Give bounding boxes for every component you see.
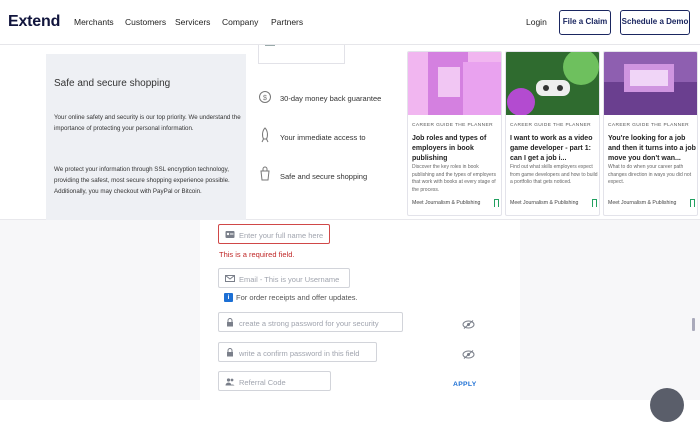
article-author: Meet Journalism & Publishing bbox=[510, 200, 579, 206]
article-title[interactable]: I want to work as a video game developer… bbox=[510, 134, 598, 164]
article-excerpt: Find out what skills employers expect fr… bbox=[510, 164, 598, 185]
article-card[interactable]: CAREER GUIDE THE PLANNER Job roles and t… bbox=[407, 51, 502, 216]
lock-icon bbox=[227, 348, 233, 357]
password-field[interactable]: create a strong password for your securi… bbox=[218, 312, 403, 332]
scrollbar-thumb[interactable] bbox=[692, 318, 695, 331]
article-title[interactable]: You're looking for a job and then it tur… bbox=[608, 134, 696, 164]
nav-merchants[interactable]: Merchants bbox=[74, 17, 114, 27]
stub-line bbox=[265, 45, 275, 46]
confirm-password-placeholder: write a confirm password in this field bbox=[239, 349, 360, 358]
safe-paragraph-1: Your online safety and security is our t… bbox=[54, 114, 241, 132]
menu-stub-box bbox=[258, 45, 345, 64]
chat-widget-button[interactable] bbox=[650, 388, 684, 422]
id-card-icon bbox=[225, 231, 235, 238]
eye-slash-icon[interactable] bbox=[462, 350, 475, 359]
top-navbar: Extend Merchants Customers Servicers Com… bbox=[0, 0, 700, 45]
secure-shopping-icon bbox=[260, 166, 270, 181]
lock-icon bbox=[227, 318, 233, 327]
safe-paragraph-2: We protect your information through SSL … bbox=[54, 166, 230, 195]
article-excerpt: What to do when your career path changes… bbox=[608, 164, 692, 185]
safe-shopping-panel: Safe and secure shopping Your online saf… bbox=[46, 54, 246, 220]
full-name-field[interactable]: Enter your full name here bbox=[218, 224, 330, 244]
bookmark-icon[interactable] bbox=[690, 199, 695, 207]
email-field[interactable]: Email - This is your Username bbox=[218, 268, 350, 288]
file-claim-button[interactable]: File a Claim bbox=[559, 10, 611, 35]
money-back-icon: $ bbox=[259, 91, 271, 103]
article-title[interactable]: Job roles and types of employers in book… bbox=[412, 134, 500, 164]
required-error: This is a required field. bbox=[219, 250, 295, 259]
article-card[interactable]: CAREER GUIDE THE PLANNER I want to work … bbox=[505, 51, 600, 216]
full-name-placeholder: Enter your full name here bbox=[239, 231, 324, 240]
referral-code-field[interactable]: Referral Code bbox=[218, 371, 331, 391]
schedule-demo-button[interactable]: Schedule a Demo bbox=[620, 10, 690, 35]
article-tag: CAREER GUIDE THE PLANNER bbox=[510, 123, 591, 128]
feature-3-text: Safe and secure shopping bbox=[280, 172, 368, 181]
login-link[interactable]: Login bbox=[526, 17, 547, 27]
apply-button[interactable]: APPLY bbox=[453, 381, 477, 388]
email-hint: For order receipts and offer updates. bbox=[236, 293, 358, 302]
article-card[interactable]: CAREER GUIDE THE PLANNER You're looking … bbox=[603, 51, 698, 216]
confirm-password-field[interactable]: write a confirm password in this field bbox=[218, 342, 377, 362]
eye-slash-icon[interactable] bbox=[462, 320, 475, 329]
info-icon: i bbox=[224, 293, 233, 302]
article-author: Meet Journalism & Publishing bbox=[608, 200, 677, 206]
password-placeholder: create a strong password for your securi… bbox=[239, 319, 379, 328]
feature-2-text: Your immediate access to bbox=[280, 133, 366, 142]
email-placeholder: Email - This is your Username bbox=[239, 275, 340, 284]
extend-logo[interactable]: Extend bbox=[8, 13, 60, 31]
referral-placeholder: Referral Code bbox=[239, 378, 286, 387]
article-image bbox=[604, 52, 697, 115]
rocket-icon bbox=[261, 127, 269, 143]
nav-customers[interactable]: Customers bbox=[125, 17, 166, 27]
article-excerpt: Discover the key roles in book publishin… bbox=[412, 164, 496, 193]
bookmark-icon[interactable] bbox=[494, 199, 499, 207]
nav-company[interactable]: Company bbox=[222, 17, 258, 27]
nav-servicers[interactable]: Servicers bbox=[175, 17, 210, 27]
article-tag: CAREER GUIDE THE PLANNER bbox=[608, 123, 689, 128]
mail-icon bbox=[225, 275, 235, 282]
nav-partners[interactable]: Partners bbox=[271, 17, 303, 27]
article-author: Meet Journalism & Publishing bbox=[412, 200, 481, 206]
safe-title: Safe and secure shopping bbox=[54, 78, 171, 89]
article-image bbox=[408, 52, 501, 115]
bookmark-icon[interactable] bbox=[592, 199, 597, 207]
article-image bbox=[506, 52, 599, 116]
feature-1-text: 30-day money back guarantee bbox=[280, 94, 382, 103]
svg-text:$: $ bbox=[263, 95, 267, 102]
users-icon bbox=[225, 378, 235, 386]
article-tag: CAREER GUIDE THE PLANNER bbox=[412, 123, 493, 128]
